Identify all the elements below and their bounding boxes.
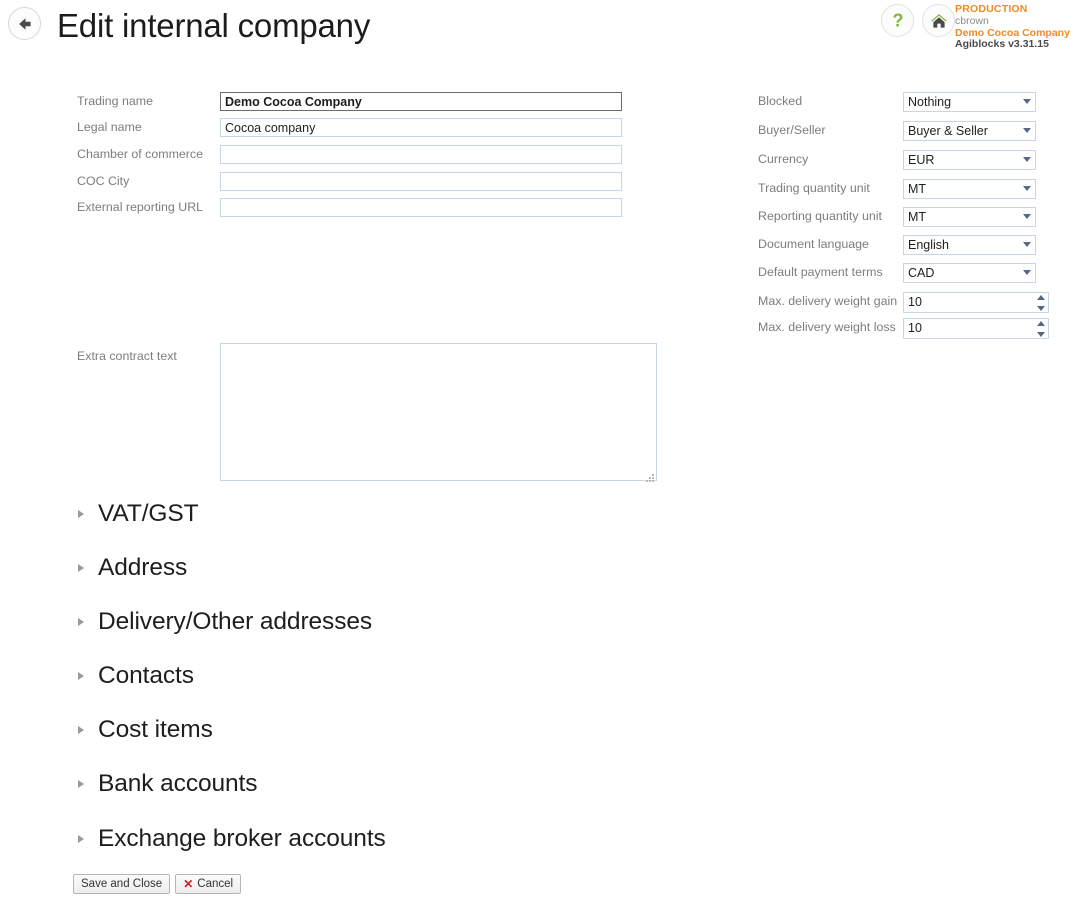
currency-label: Currency (758, 152, 809, 166)
spinner-arrows-icon[interactable] (1036, 295, 1045, 311)
chevron-right-icon (78, 618, 84, 626)
trading-name-label: Trading name (77, 94, 153, 108)
max-delivery-weight-gain-value: 10 (908, 295, 922, 309)
document-language-select[interactable]: English (903, 235, 1036, 255)
page-header: Edit internal company ? PRODUCTION cbrow… (0, 0, 1090, 62)
extra-contract-text-wrapper (220, 343, 657, 486)
section-label: Contacts (98, 662, 194, 689)
section-label: Bank accounts (98, 770, 258, 797)
version-label: Agiblocks v3.31.15 (955, 38, 1049, 51)
save-and-close-label: Save and Close (81, 878, 163, 890)
chevron-up-icon[interactable] (1036, 321, 1045, 326)
max-delivery-weight-gain-label: Max. delivery weight gain (758, 294, 898, 308)
header-icon-group: ? (881, 4, 955, 37)
cancel-label: Cancel (197, 878, 234, 890)
document-language-select-value: English (908, 238, 949, 252)
chevron-down-icon (1023, 157, 1031, 162)
external-reporting-url-input[interactable] (220, 198, 622, 217)
chevron-down-icon (1023, 242, 1031, 247)
back-arrow-icon[interactable] (8, 7, 41, 40)
form-actions: Save and Close ✕ Cancel (73, 874, 242, 894)
save-and-close-button[interactable]: Save and Close (73, 874, 171, 894)
chamber-of-commerce-label: Chamber of commerce (77, 147, 204, 161)
section-header-cost-items[interactable]: Cost items (78, 713, 213, 747)
currency-select[interactable]: EUR (903, 150, 1036, 170)
chevron-down-icon[interactable] (1036, 306, 1045, 311)
section-header-vat-gst[interactable]: VAT/GST (78, 497, 199, 531)
currency-select-value: EUR (908, 153, 935, 167)
chevron-right-icon (78, 726, 84, 734)
chamber-of-commerce-input[interactable] (220, 145, 622, 164)
buyer-seller-select[interactable]: Buyer & Seller (903, 121, 1036, 141)
max-delivery-weight-loss-stepper[interactable]: 10 (903, 318, 1049, 339)
cancel-button[interactable]: ✕ Cancel (175, 874, 242, 894)
chevron-down-icon (1023, 186, 1031, 191)
section-header-exchange-broker-accounts[interactable]: Exchange broker accounts (78, 822, 386, 856)
spinner-arrows-icon[interactable] (1036, 321, 1045, 337)
chevron-right-icon (78, 672, 84, 680)
section-header-address[interactable]: Address (78, 551, 187, 585)
max-delivery-weight-loss-label: Max. delivery weight loss (758, 320, 896, 334)
chevron-right-icon (78, 780, 84, 788)
trading-quantity-unit-select-value: MT (908, 182, 927, 196)
chevron-up-icon[interactable] (1036, 295, 1045, 300)
section-header-delivery-other-addresses[interactable]: Delivery/Other addresses (78, 605, 372, 639)
trading-name-input[interactable] (220, 92, 622, 111)
buyer-seller-select-value: Buyer & Seller (908, 124, 988, 138)
chevron-down-icon (1023, 99, 1031, 104)
page-title: Edit internal company (57, 7, 371, 44)
default-payment-terms-select-value: CAD (908, 266, 935, 280)
home-icon[interactable] (922, 4, 955, 37)
section-label: Cost items (98, 716, 213, 743)
reporting-quantity-unit-label: Reporting quantity unit (758, 209, 882, 223)
trading-quantity-unit-select[interactable]: MT (903, 179, 1036, 199)
chevron-right-icon (78, 510, 84, 518)
section-header-contacts[interactable]: Contacts (78, 659, 194, 693)
chevron-down-icon (1023, 128, 1031, 133)
chevron-down-icon (1023, 270, 1031, 275)
section-label: Address (98, 554, 188, 581)
legal-name-input[interactable] (220, 118, 622, 137)
buyer-seller-label: Buyer/Seller (758, 123, 826, 137)
max-delivery-weight-loss-value: 10 (908, 321, 922, 335)
coc-city-input[interactable] (220, 172, 622, 191)
external-reporting-url-label: External reporting URL (77, 200, 204, 214)
section-label: Delivery/Other addresses (98, 608, 373, 635)
blocked-select-value: Nothing (908, 95, 952, 109)
max-delivery-weight-gain-stepper[interactable]: 10 (903, 292, 1049, 313)
section-header-bank-accounts[interactable]: Bank accounts (78, 767, 258, 801)
default-payment-terms-select[interactable]: CAD (903, 263, 1036, 283)
blocked-label: Blocked (758, 94, 803, 108)
coc-city-label: COC City (77, 174, 130, 188)
question-mark-icon[interactable]: ? (881, 4, 914, 37)
document-language-label: Document language (758, 237, 869, 251)
environment-info: PRODUCTION cbrown Demo Cocoa Company Agi… (955, 3, 1080, 51)
red-x-icon: ✕ (183, 877, 194, 891)
reporting-quantity-unit-select[interactable]: MT (903, 207, 1036, 227)
extra-contract-text-input[interactable] (220, 343, 657, 481)
section-label: Exchange broker accounts (98, 825, 386, 852)
blocked-select[interactable]: Nothing (903, 92, 1036, 112)
trading-quantity-unit-label: Trading quantity unit (758, 181, 870, 195)
svg-text:?: ? (892, 10, 903, 30)
reporting-quantity-unit-select-value: MT (908, 210, 927, 224)
chevron-down-icon[interactable] (1036, 332, 1045, 337)
edit-internal-company-page: Edit internal company ? PRODUCTION cbrow… (0, 0, 1090, 904)
extra-contract-text-label: Extra contract text (77, 349, 177, 363)
chevron-right-icon (78, 835, 84, 843)
default-payment-terms-label: Default payment terms (758, 265, 883, 279)
legal-name-label: Legal name (77, 120, 142, 134)
chevron-right-icon (78, 564, 84, 572)
section-label: VAT/GST (98, 500, 199, 527)
chevron-down-icon (1023, 214, 1031, 219)
user-label: cbrown (955, 14, 989, 27)
